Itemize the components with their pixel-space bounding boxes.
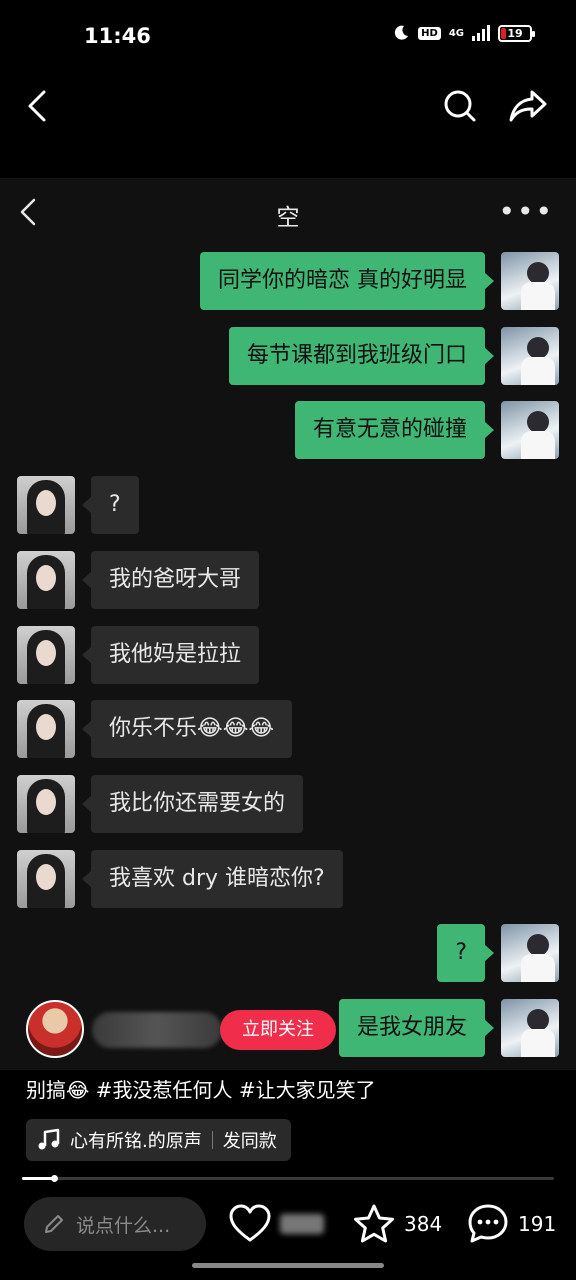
creator-avatar[interactable] [26, 1000, 84, 1058]
receiver-avatar [17, 551, 75, 609]
message-bubble: 我比你还需要女的 [81, 775, 304, 833]
battery-level: 19 [507, 26, 523, 40]
comment-bubble-icon [468, 1204, 508, 1243]
chat-header: 空 ••• [0, 178, 576, 248]
message-bubble: 我的爸呀大哥 [81, 551, 260, 609]
chat-title: 空 [276, 205, 300, 231]
message-sent: 有意无意的碰撞 [294, 401, 559, 459]
message-bubble: 同学你的暗恋 真的好明显 [200, 252, 494, 310]
message-bubble: ? [437, 924, 494, 982]
sender-avatar [501, 401, 559, 459]
signal-icon [472, 25, 490, 41]
message-received: 我喜欢 dry 谁暗恋你? [17, 850, 343, 908]
sender-avatar [501, 252, 559, 310]
message-bubble: 我他妈是拉拉 [81, 626, 260, 684]
chevron-left-icon [28, 90, 46, 122]
creator-name-blurred[interactable] [92, 1012, 222, 1048]
comment-placeholder: 说点什么... [76, 1214, 171, 1237]
status-icons: HD 4G 19 [392, 24, 535, 42]
star-icon [354, 1204, 394, 1243]
comment-button[interactable]: 191 [466, 1200, 556, 1248]
search-button[interactable] [436, 82, 484, 130]
favorite-button[interactable]: 384 [352, 1200, 442, 1248]
message-bubble: 有意无意的碰撞 [294, 401, 495, 459]
message-bubble: 你乐不乐😂😂😂 [81, 700, 293, 758]
share-button[interactable] [504, 82, 552, 130]
like-button[interactable] [228, 1200, 324, 1248]
message-sent: 每节课都到我班级门口 [228, 327, 559, 385]
sender-avatar [501, 327, 559, 385]
music-note-icon [38, 1128, 60, 1150]
top-nav [0, 70, 576, 178]
follow-button[interactable]: 立即关注 [220, 1010, 336, 1050]
video-caption[interactable]: 别搞😂 #我没惹任何人 #让大家见笑了 [26, 1074, 376, 1103]
use-sound-link[interactable]: 发同款 [223, 1127, 277, 1153]
message-received: 我他妈是拉拉 [17, 626, 260, 684]
progress-knob[interactable] [51, 1175, 58, 1182]
chat-screenshot: 空 ••• 同学你的暗恋 真的好明显 每节课都到我班级门口 有意无意的碰撞 ? … [0, 178, 576, 1070]
message-received: ? [17, 476, 139, 534]
favorite-count: 384 [404, 1212, 443, 1236]
receiver-avatar [17, 775, 75, 833]
hd-badge: HD [418, 26, 441, 40]
music-divider [211, 1131, 213, 1149]
receiver-avatar [17, 476, 75, 534]
message-bubble: 每节课都到我班级门口 [228, 327, 495, 385]
message-received: 我的爸呀大哥 [17, 551, 260, 609]
message-received: 你乐不乐😂😂😂 [17, 700, 293, 758]
search-icon [444, 90, 476, 122]
back-button[interactable] [14, 82, 62, 130]
status-time: 11:46 [84, 24, 151, 48]
battery-icon: 19 [498, 24, 535, 42]
share-arrow-icon [509, 90, 547, 122]
pencil-icon [45, 1215, 63, 1233]
more-icon: ••• [498, 195, 554, 228]
moon-icon [395, 25, 409, 40]
like-count-blurred [280, 1214, 324, 1234]
status-bar: 11:46 HD 4G 19 [0, 0, 576, 70]
music-chip[interactable]: 心有所铭.的原声 发同款 [26, 1119, 291, 1161]
message-bubble: 我喜欢 dry 谁暗恋你? [82, 850, 343, 908]
heart-icon [229, 1204, 271, 1242]
message-received: 我比你还需要女的 [17, 775, 304, 833]
video-progress-bar[interactable] [22, 1175, 554, 1182]
receiver-avatar [17, 850, 75, 908]
receiver-avatar [17, 626, 75, 684]
network-label: 4G [448, 27, 464, 39]
message-bubble: ? [82, 476, 139, 534]
message-sent: ? [437, 924, 559, 982]
progress-fill [22, 1177, 54, 1180]
home-indicator[interactable] [192, 1263, 384, 1268]
comment-input[interactable]: 说点什么... [24, 1197, 206, 1251]
receiver-avatar [17, 700, 75, 758]
sender-avatar [501, 924, 559, 982]
message-sent: 同学你的暗恋 真的好明显 [200, 252, 559, 310]
music-title: 心有所铭.的原声 [70, 1131, 202, 1152]
comment-count: 191 [518, 1212, 557, 1236]
creator-row: 立即关注 [26, 1000, 566, 1060]
